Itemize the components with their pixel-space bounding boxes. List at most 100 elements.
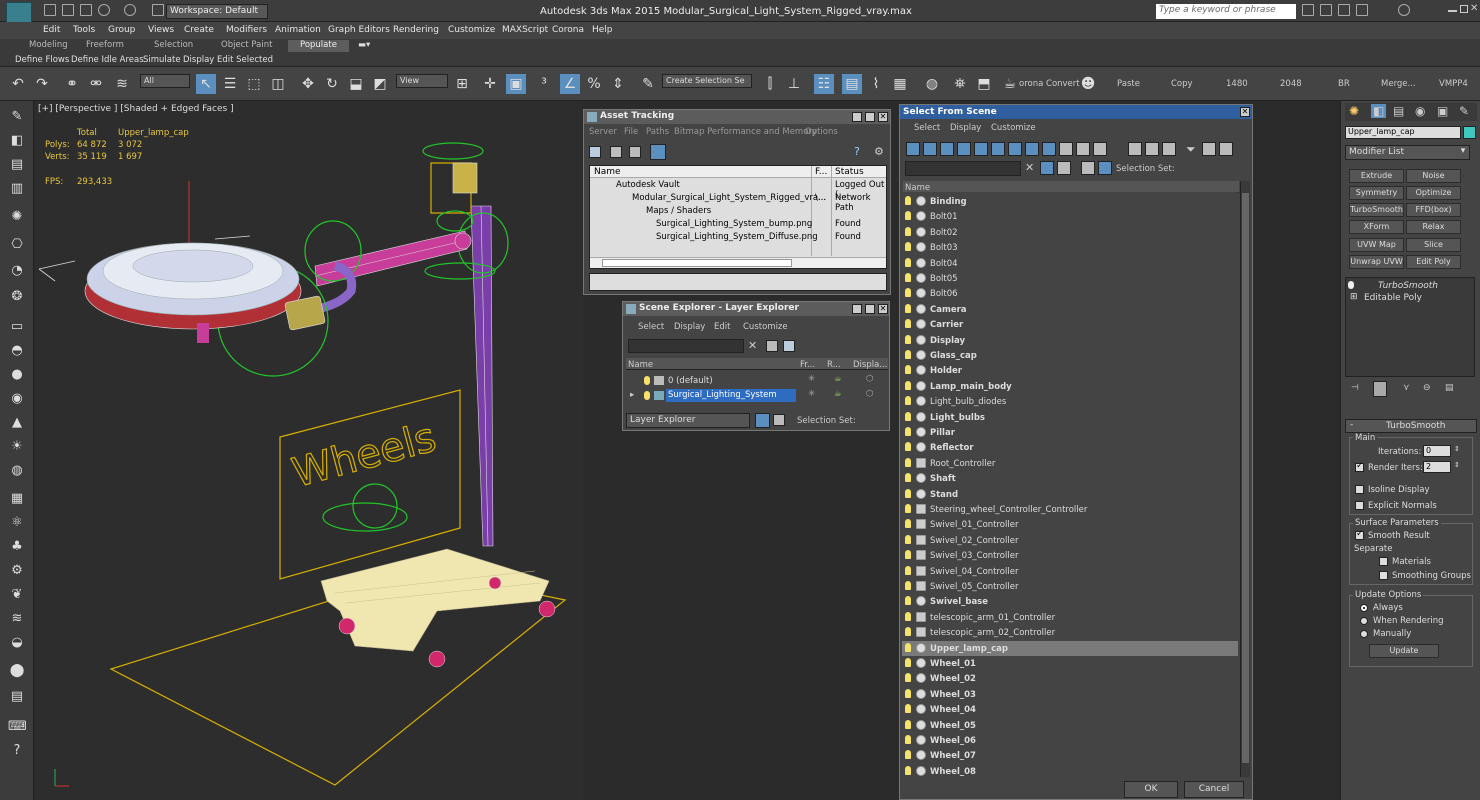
select-none-icon[interactable] (1145, 142, 1159, 156)
minimize-icon[interactable] (1448, 10, 1457, 12)
bulb-icon[interactable] (1348, 281, 1354, 289)
project-folder-icon[interactable] (152, 4, 164, 16)
slice-button[interactable]: Slice (1406, 238, 1461, 252)
percent-snap-icon[interactable]: % (584, 74, 604, 94)
maximize-icon[interactable] (1460, 5, 1468, 13)
tree-view-icon[interactable] (629, 146, 641, 158)
scene-object-row[interactable]: Wheel_05 (902, 718, 1238, 733)
menu-display[interactable]: Display (950, 123, 981, 133)
scene-object-row[interactable]: Swivel_02_Controller (902, 533, 1238, 548)
geosphere-icon[interactable]: ◉ (8, 391, 26, 407)
scene-object-row[interactable]: Lamp_main_body (902, 379, 1238, 394)
tab-selection[interactable]: Selection (154, 40, 193, 52)
filter-funnel-icon[interactable]: ⏷ (1186, 142, 1196, 157)
sound-icon[interactable]: ◔ (8, 263, 26, 279)
select-object-icon[interactable]: ↖ (196, 74, 216, 94)
show-end-result-icon[interactable] (1373, 381, 1387, 397)
select-manipulate-icon[interactable]: ✛ (480, 74, 500, 94)
new-file-icon[interactable] (44, 4, 56, 16)
menu-options[interactable]: Options (805, 127, 838, 137)
asset-row[interactable]: Surgical_Lighting_System_bump.png Found (590, 218, 886, 231)
grid-icon[interactable]: ▦ (8, 491, 26, 507)
table-view-icon[interactable] (650, 144, 666, 160)
menu-animation[interactable]: Animation (275, 25, 321, 35)
redo-icon[interactable]: ↷ (32, 74, 52, 94)
angle-snap-icon[interactable]: ∠ (560, 74, 580, 94)
select-by-name-icon[interactable]: ☰ (220, 74, 240, 94)
render-setup-icon[interactable]: ⛯ (950, 74, 970, 94)
copy-button[interactable]: Copy (1171, 79, 1193, 89)
configure-modifier-sets-icon[interactable]: ▤ (1445, 383, 1454, 393)
spinner-snap-icon[interactable]: ⇕ (608, 74, 628, 94)
sphere-icon[interactable]: ● (8, 367, 26, 383)
tab-populate[interactable]: Populate (288, 40, 349, 52)
preset-1480-button[interactable]: 1480 (1226, 79, 1248, 89)
close-icon[interactable]: ✕ (1470, 3, 1478, 14)
scene-object-row[interactable]: Wheel_03 (902, 687, 1238, 702)
modifier-list-dropdown[interactable]: Modifier List (1345, 145, 1470, 160)
maximize-icon[interactable] (865, 112, 875, 122)
corona-convert-label[interactable]: orona Convert (1019, 79, 1080, 89)
groups-filter-icon[interactable] (1008, 142, 1022, 156)
freeze-icon[interactable]: ✳ (808, 389, 815, 399)
menu-views[interactable]: Views (148, 25, 174, 35)
spacewarps-filter-icon[interactable] (991, 142, 1005, 156)
render-iters-checkbox[interactable]: ✓ (1355, 461, 1364, 472)
tab-object-paint[interactable]: Object Paint (221, 40, 272, 52)
explicit-normals-checkbox[interactable] (1355, 501, 1364, 510)
cone-icon[interactable]: ▲ (8, 415, 26, 431)
scene-object-row[interactable]: Swivel_03_Controller (902, 548, 1238, 563)
scene-object-row[interactable]: Steering_wheel_Controller_Controller (902, 502, 1238, 517)
script-icon[interactable]: ⌨ (8, 719, 27, 735)
scene-object-row[interactable]: Binding (902, 194, 1238, 209)
object-color-swatch[interactable] (1463, 126, 1476, 139)
named-selection-set-dropdown[interactable]: Create Selection Se (662, 74, 752, 88)
scene-object-row[interactable]: Camera (902, 302, 1238, 317)
motion-tab-icon[interactable]: ◉ (1415, 104, 1425, 118)
freeze-icon[interactable]: ✳ (808, 374, 815, 384)
scene-object-row[interactable]: telescopic_arm_02_Controller (902, 625, 1238, 640)
create-tab-icon[interactable]: ✺ (1349, 104, 1359, 118)
materials-checkbox[interactable] (1379, 557, 1388, 566)
ribbon-edit-selected[interactable]: Edit Selected (217, 55, 273, 65)
camera-icon[interactable]: ⎔ (8, 237, 26, 253)
scene-object-row[interactable]: Wheel_02 (902, 671, 1238, 686)
asset-row[interactable]: Surgical_Lighting_System_Diffuse.png Fou… (590, 231, 886, 244)
layer-manager-icon[interactable]: ☷ (814, 74, 834, 94)
render-sphere-icon[interactable]: ⬤ (8, 663, 26, 679)
display-all-icon[interactable] (1059, 142, 1073, 156)
keyboard-shortcut-icon[interactable]: ▣ (506, 74, 526, 94)
save-file-icon[interactable] (80, 4, 92, 16)
col-f[interactable]: F... (815, 167, 827, 177)
turbosmooth-rollout-header[interactable]: - TurboSmooth (1345, 419, 1477, 433)
select-all-icon[interactable] (1128, 142, 1142, 156)
scene-object-row[interactable]: Swivel_04_Controller (902, 564, 1238, 579)
plane-icon[interactable]: ▭ (8, 319, 26, 335)
spinner-arrows-icon[interactable]: ⇕ (1454, 445, 1460, 453)
workspace-dropdown[interactable]: Workspace: Default (166, 4, 268, 19)
edit-poly-button[interactable]: Edit Poly (1406, 255, 1461, 269)
particles-icon[interactable]: ❂ (8, 289, 26, 305)
menu-customize[interactable]: Customize (448, 25, 495, 35)
vertical-scrollbar[interactable] (1240, 181, 1250, 777)
pin-stack-icon[interactable]: ⊣ (1351, 383, 1359, 393)
merge-button[interactable]: Merge... (1381, 79, 1416, 89)
scene-explorer-icon[interactable]: ▤ (842, 74, 862, 94)
paste-button[interactable]: Paste (1117, 79, 1140, 89)
tree-icon[interactable]: ♣ (8, 539, 26, 555)
scene-object-row[interactable]: Wheel_07 (902, 748, 1238, 763)
optimize-button[interactable]: Optimize (1406, 186, 1461, 200)
menu-paths[interactable]: Paths (646, 127, 669, 137)
scene-object-row[interactable]: Bolt02 (902, 225, 1238, 240)
make-unique-icon[interactable]: ⋎ (1403, 383, 1410, 393)
clear-search-icon[interactable]: ✕ (748, 339, 757, 352)
plant-icon[interactable]: ❦ (8, 587, 26, 603)
help-circle-icon[interactable]: ? (8, 743, 26, 759)
scene-object-row[interactable]: Shaft (902, 471, 1238, 486)
unlink-icon[interactable]: ⚮ (86, 74, 106, 94)
menu-group[interactable]: Group (108, 25, 135, 35)
menu-maxscript[interactable]: MAXScript (502, 25, 548, 35)
highlight-icon[interactable] (1057, 161, 1071, 175)
col-render[interactable]: R... (827, 360, 841, 370)
menu-select[interactable]: Select (914, 123, 940, 133)
